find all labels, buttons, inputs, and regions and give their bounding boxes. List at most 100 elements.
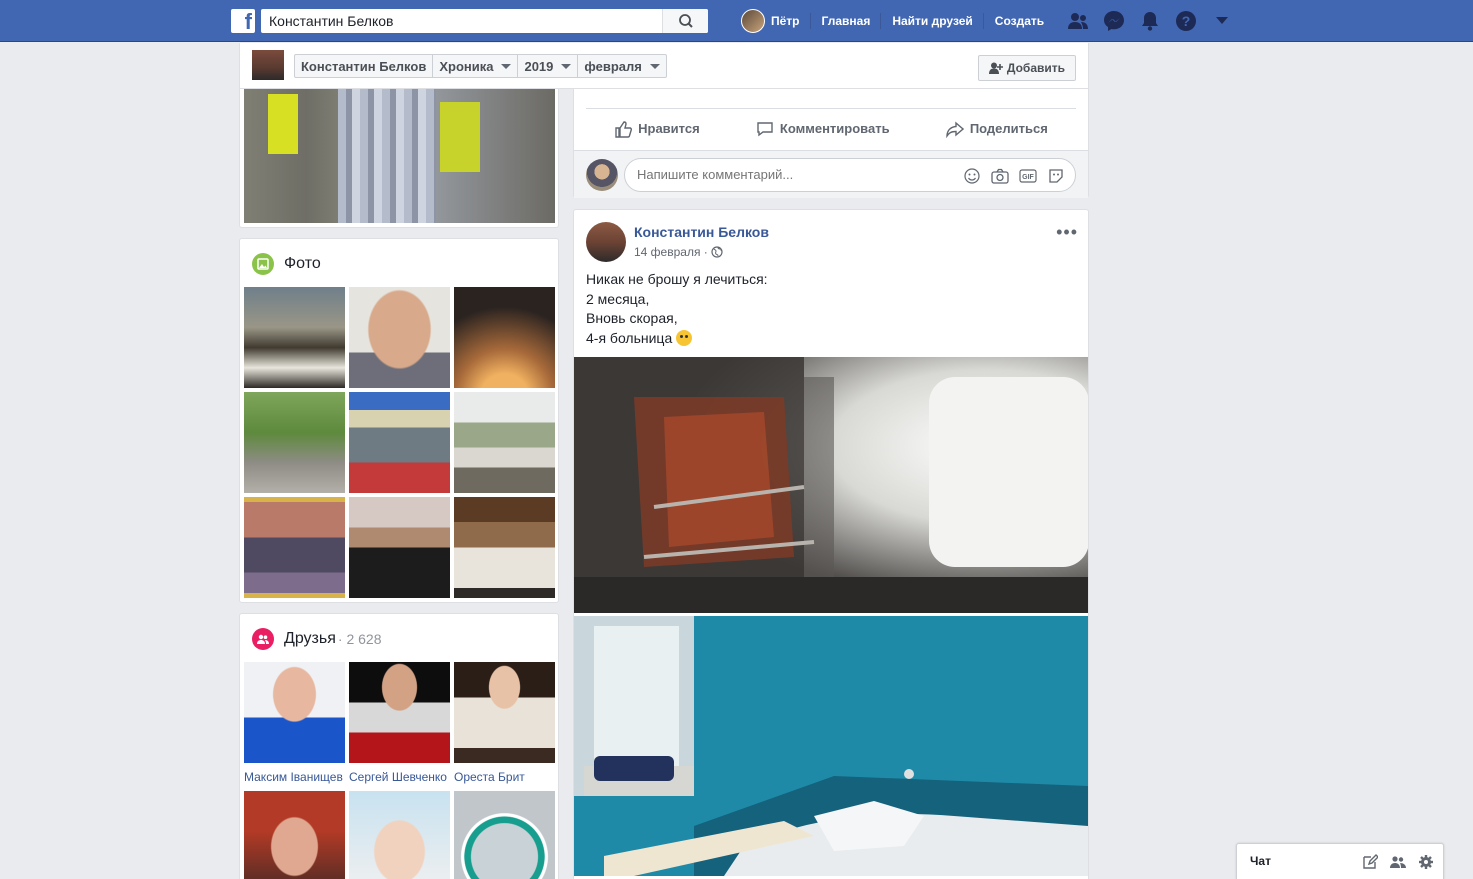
friend-photo[interactable] (454, 791, 555, 879)
chat-sidebar-tab[interactable]: Чат (1236, 843, 1444, 879)
friend-photo[interactable] (349, 662, 450, 763)
breadcrumb-year-dropdown[interactable]: 2019 (518, 55, 579, 77)
friend-photo[interactable] (349, 791, 450, 879)
globe-icon[interactable] (711, 246, 723, 258)
friends-card-title: Друзья (284, 630, 336, 647)
photos-icon (252, 253, 274, 275)
photo-thumbnail[interactable] (349, 392, 450, 493)
nav-profile-link[interactable]: Пётр (730, 0, 811, 42)
post-text-line: 4-я больница (586, 329, 673, 346)
like-label: Нравится (638, 121, 700, 136)
share-icon (946, 120, 964, 138)
notifications-icon[interactable] (1132, 0, 1168, 42)
messenger-icon[interactable] (1096, 0, 1132, 42)
nav-home-link[interactable]: Главная (811, 0, 882, 42)
user-name: Пётр (771, 14, 800, 28)
photo-thumbnail[interactable] (454, 497, 555, 598)
photo-thumbnail[interactable] (454, 392, 555, 493)
post-author-avatar[interactable] (586, 222, 626, 262)
breadcrumb-profile-name[interactable]: Константин Белков (295, 55, 434, 77)
post-actions: Нравится Комментировать Поделиться (586, 108, 1076, 148)
breadcrumb-timeline-dropdown[interactable]: Хроника (433, 55, 519, 77)
hospital-photo-art (574, 616, 1088, 876)
photo-thumbnail[interactable] (244, 392, 345, 493)
comment-icon (757, 121, 773, 136)
breadcrumb: Константин Белков Хроника 2019 февраля (294, 54, 667, 78)
search-box (261, 9, 708, 33)
post-author-name[interactable]: Константин Белков (634, 224, 769, 240)
share-label: Поделиться (969, 121, 1048, 136)
account-menu-chevron-down-icon[interactable] (1204, 0, 1240, 42)
breadcrumb-month-label: февраля (584, 58, 642, 74)
comment-button[interactable]: Комментировать (756, 120, 890, 138)
photos-card-header[interactable]: Фото (252, 253, 321, 275)
friend-item[interactable]: Ореста Брит (454, 662, 555, 785)
post-photo-hospital[interactable] (574, 616, 1088, 876)
like-icon (615, 120, 633, 138)
post-meta: 14 февраля · (634, 245, 723, 259)
svg-text:?: ? (1182, 13, 1191, 29)
friend-name[interactable]: Сергей Шевченко (349, 769, 450, 785)
caret-down-icon (649, 63, 660, 69)
friend-requests-icon[interactable] (1060, 0, 1096, 42)
facebook-logo-icon[interactable]: f (231, 9, 255, 34)
gif-icon[interactable]: GIF (1019, 167, 1037, 185)
friend-name[interactable]: Максим Іванищев (244, 769, 345, 785)
photo-thumbnail[interactable] (244, 497, 345, 598)
help-icon[interactable]: ? (1168, 0, 1204, 42)
friend-name[interactable]: Ореста Брит (454, 769, 555, 785)
settings-gear-icon[interactable] (1417, 853, 1435, 871)
friends-icon (252, 628, 274, 650)
share-button[interactable]: Поделиться (946, 120, 1048, 138)
add-friend-icon (988, 62, 1003, 74)
friend-photo[interactable] (244, 662, 345, 763)
photo-thumbnail[interactable] (244, 287, 345, 388)
nav-find-friends-link[interactable]: Найти друзей (881, 0, 985, 42)
photos-card: Фото (239, 238, 559, 603)
frowning-face-icon (676, 329, 693, 346)
camera-icon[interactable] (991, 167, 1009, 185)
more-options-icon[interactable]: ••• (1056, 222, 1078, 243)
comment-input[interactable] (637, 167, 937, 182)
friends-card: Друзья · 2 628 Максим Іванищев Сергей Ше… (239, 613, 559, 879)
like-button[interactable]: Нравится (614, 120, 700, 138)
friends-grid: Максим Іванищев Сергей Шевченко Ореста Б… (244, 662, 555, 879)
photo-person (338, 88, 436, 223)
photo-thumbnail[interactable] (349, 287, 450, 388)
photo-sign-right (440, 102, 480, 172)
post-photo-ambulance[interactable] (574, 357, 1088, 613)
create-group-icon[interactable] (1389, 853, 1407, 871)
search-icon (679, 14, 693, 28)
breadcrumb-year-label: 2019 (524, 58, 554, 74)
friend-photo[interactable] (244, 791, 345, 879)
profile-thumbnail[interactable] (252, 50, 284, 80)
new-message-icon[interactable] (1361, 853, 1379, 871)
caret-down-icon (561, 63, 572, 69)
meta-separator: · (700, 245, 712, 259)
nav-icon-group: ? (1060, 0, 1240, 42)
post-card: Константин Белков 14 февраля · ••• Никак… (573, 209, 1089, 879)
add-friend-button[interactable]: Добавить (977, 55, 1076, 81)
comment-box: GIF (624, 158, 1076, 192)
svg-text:GIF: GIF (1022, 174, 1034, 181)
nav-create-link[interactable]: Создать (984, 0, 1055, 42)
search-input[interactable] (261, 9, 661, 33)
user-avatar (741, 9, 765, 33)
friends-card-header[interactable]: Друзья · 2 628 (252, 628, 381, 650)
photo-thumbnail[interactable] (349, 497, 450, 598)
friend-photo[interactable] (454, 662, 555, 763)
friend-item[interactable]: Сергей Шевченко (349, 662, 450, 785)
emoji-icon[interactable] (963, 167, 981, 185)
friends-count: · 2 628 (337, 631, 382, 647)
post-date[interactable]: 14 февраля (634, 245, 700, 259)
search-button[interactable] (662, 9, 708, 33)
photo-thumbnail[interactable] (454, 287, 555, 388)
post-text-line: Никак не брошу я лечиться: (586, 271, 768, 287)
chat-label: Чат (1250, 854, 1271, 868)
sticker-icon[interactable] (1047, 167, 1065, 185)
comment-composer: GIF (574, 150, 1088, 198)
breadcrumb-month-dropdown[interactable]: февраля (578, 55, 665, 77)
post-text-line: Вновь скорая, (586, 310, 678, 326)
friend-item[interactable]: Максим Іванищев (244, 662, 345, 785)
main-nav: Пётр Главная Найти друзей Создать (730, 0, 1055, 42)
